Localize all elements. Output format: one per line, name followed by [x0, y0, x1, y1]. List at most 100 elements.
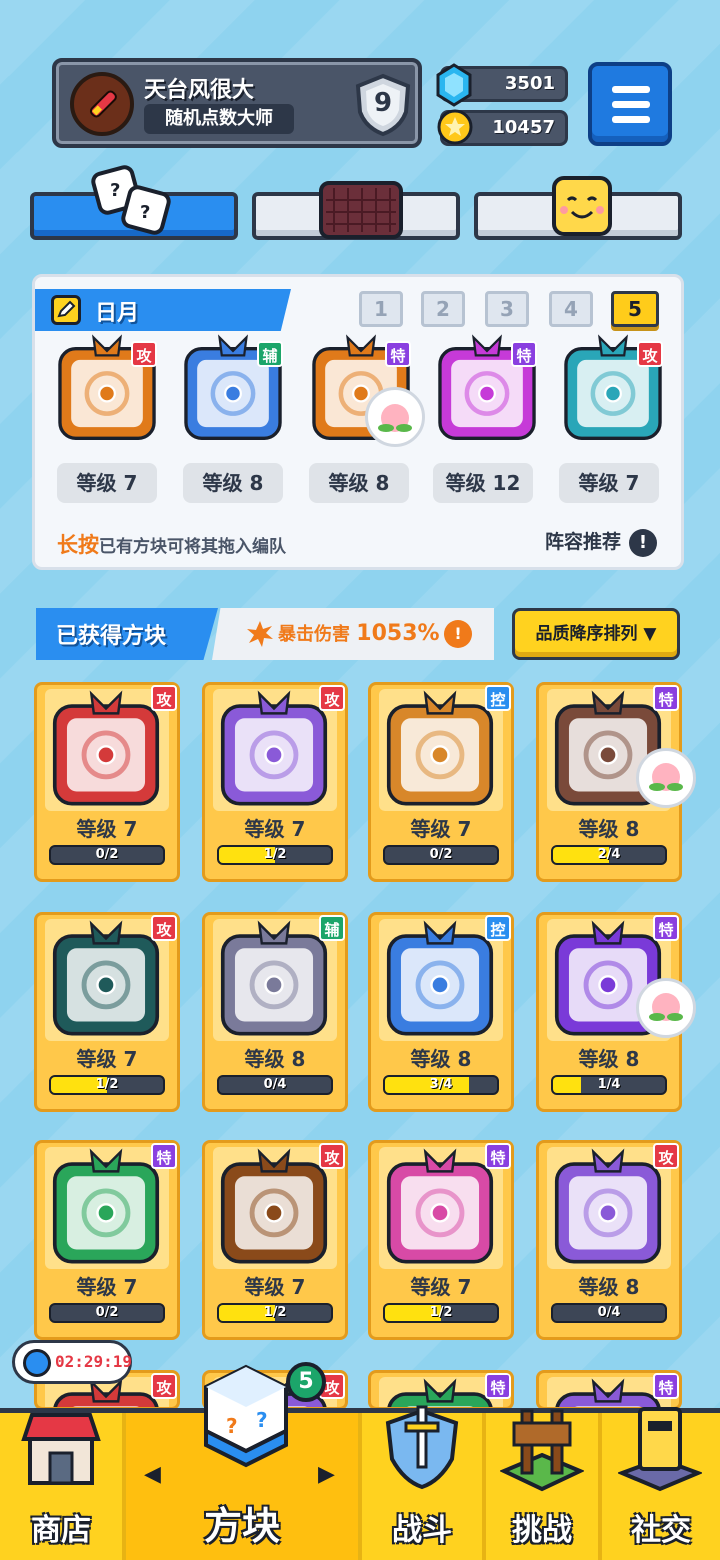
block-card[interactable]: 攻等级 7 1/2 [202, 682, 348, 882]
deck-tab-5[interactable]: 5 [611, 291, 659, 327]
crit-label: 暴击伤害 [278, 624, 350, 645]
nav-next-arrow[interactable]: ▶ [318, 1462, 335, 1487]
lineup-level-3: 等级 8 [309, 463, 409, 503]
block-level: 等级 8 [244, 1047, 306, 1071]
progress-text: 0/2 [95, 847, 119, 862]
nav-challenge-label: 挑战 [512, 1513, 572, 1548]
block-card[interactable]: 辅等级 8 0/4 [202, 912, 348, 1112]
blocks-cube-icon: ? ? [204, 1364, 288, 1468]
special-tag: 特 [151, 1143, 177, 1169]
upgrade-progress-bar: 1/2 [49, 1075, 165, 1095]
block-card[interactable]: 控等级 8 3/4 [368, 912, 514, 1112]
block-level: 等级 7 [76, 1275, 138, 1299]
upgrade-progress-bar: 1/4 [551, 1075, 667, 1095]
peach-icon[interactable] [636, 748, 696, 808]
block-card[interactable]: 攻等级 8 0/4 [536, 1140, 682, 1340]
lineup-slot-5[interactable]: 攻 [557, 333, 669, 445]
block-level: 等级 7 [244, 817, 306, 841]
control-tag: 控 [485, 915, 511, 941]
lineup-slot-2[interactable]: 辅 [177, 333, 289, 445]
shop-timer: 02:29:19 [12, 1340, 132, 1384]
deck-tab-4[interactable]: 4 [549, 291, 593, 327]
sort-dropdown[interactable]: 品质降序排列 ▼ [512, 608, 680, 660]
player-title: 随机点数大师 [144, 104, 294, 134]
lineup-slot-1[interactable]: 攻 [51, 333, 163, 445]
gem-count: 3501 [504, 73, 555, 94]
block-card[interactable]: 攻等级 7 0/2 [34, 682, 180, 882]
nav-prev-arrow[interactable]: ◀ [144, 1462, 161, 1487]
attack-tag: 攻 [319, 685, 345, 711]
dragon-block-icon [220, 1148, 328, 1264]
nav-social[interactable]: 社交 [602, 1407, 720, 1560]
hamburger-menu-icon [612, 86, 650, 93]
block-level: 等级 7 [76, 817, 138, 841]
peach-icon [365, 387, 425, 447]
deck-tab-2[interactable]: 2 [421, 291, 465, 327]
nav-shop-label: 商店 [31, 1513, 91, 1548]
attack-tag: 攻 [131, 341, 157, 367]
recommend-button[interactable]: 阵容推荐! [545, 527, 657, 557]
block-level: 等级 7 [76, 1047, 138, 1071]
dragon-block-icon [386, 690, 494, 806]
lineup-slot-3[interactable]: 特 [305, 333, 425, 447]
upgrade-progress-bar: 1/2 [217, 1303, 333, 1323]
burst-icon [247, 621, 273, 647]
dragon-block-icon [554, 1148, 662, 1264]
lineup-level-2: 等级 8 [183, 463, 283, 503]
block-level: 等级 8 [578, 817, 640, 841]
player-name: 天台风很大 [144, 78, 255, 103]
coin-counter[interactable]: 10457 [437, 109, 568, 146]
block-level: 等级 7 [244, 1275, 306, 1299]
block-card[interactable]: 攻等级 7 1/2 [34, 912, 180, 1112]
block-level: 等级 8 [578, 1275, 640, 1299]
tab-board[interactable] [252, 181, 460, 240]
support-tag: 辅 [319, 915, 345, 941]
block-card[interactable]: 特等级 7 1/2 [368, 1140, 514, 1340]
lineup-slot-4[interactable]: 特 [431, 333, 543, 445]
svg-text:?: ? [140, 202, 150, 223]
crit-damage: 暴击伤害 1053% [278, 620, 440, 646]
nav-challenge[interactable]: 挑战 [486, 1409, 598, 1560]
nav-battle[interactable]: 战斗 [362, 1405, 482, 1560]
crit-damage-panel[interactable]: 暴击伤害 1053% ! [212, 608, 494, 660]
block-card[interactable]: 控等级 7 0/2 [368, 682, 514, 882]
progress-text: 0/2 [429, 847, 453, 862]
special-tag: 特 [485, 1143, 511, 1169]
progress-text: 1/4 [597, 1077, 621, 1092]
dice-icon: ? ? [91, 165, 171, 235]
rank-number: 9 [373, 88, 393, 118]
deck-tab-3[interactable]: 3 [485, 291, 529, 327]
tab-emoji[interactable] [474, 176, 682, 240]
board-icon [319, 181, 403, 239]
progress-text: 1/2 [263, 847, 287, 862]
upgrade-progress-bar: 1/2 [383, 1303, 499, 1323]
peach-icon[interactable] [636, 978, 696, 1038]
lineup-level-5: 等级 7 [559, 463, 659, 503]
dragon-block-icon [220, 920, 328, 1036]
info-icon[interactable]: ! [444, 620, 472, 648]
dragon-block-icon [386, 1148, 494, 1264]
player-avatar[interactable] [70, 72, 134, 136]
rank-badge[interactable]: 9 [350, 72, 416, 138]
nav-social-label: 社交 [631, 1513, 691, 1548]
upgrade-progress-bar: 0/4 [551, 1303, 667, 1323]
deck-tab-1[interactable]: 1 [359, 291, 403, 327]
lineup-name: 日月 [95, 301, 140, 326]
pencil-icon[interactable] [51, 295, 81, 325]
signpost-icon [500, 1409, 584, 1492]
menu-button[interactable] [588, 62, 672, 146]
block-card[interactable]: 特等级 7 0/2 [34, 1140, 180, 1340]
tab-dice[interactable]: ? ? [30, 165, 238, 240]
player-profile-panel[interactable]: 天台风很大 随机点数大师 9 [52, 58, 422, 148]
nav-shop[interactable]: 商店 [0, 1413, 122, 1560]
shop-icon [21, 1413, 101, 1485]
attack-tag: 攻 [653, 1143, 679, 1169]
gem-counter[interactable]: 3501 [436, 63, 568, 107]
block-card[interactable]: 攻等级 7 1/2 [202, 1140, 348, 1340]
svg-text:?: ? [110, 180, 120, 201]
timer-text: 02:29:19 [55, 1352, 133, 1371]
upgrade-progress-bar: 2/4 [551, 845, 667, 865]
lineup-header[interactable]: 日月 [35, 289, 291, 331]
info-icon: ! [629, 529, 657, 557]
blocks-notification-badge: 5 [286, 1362, 326, 1402]
